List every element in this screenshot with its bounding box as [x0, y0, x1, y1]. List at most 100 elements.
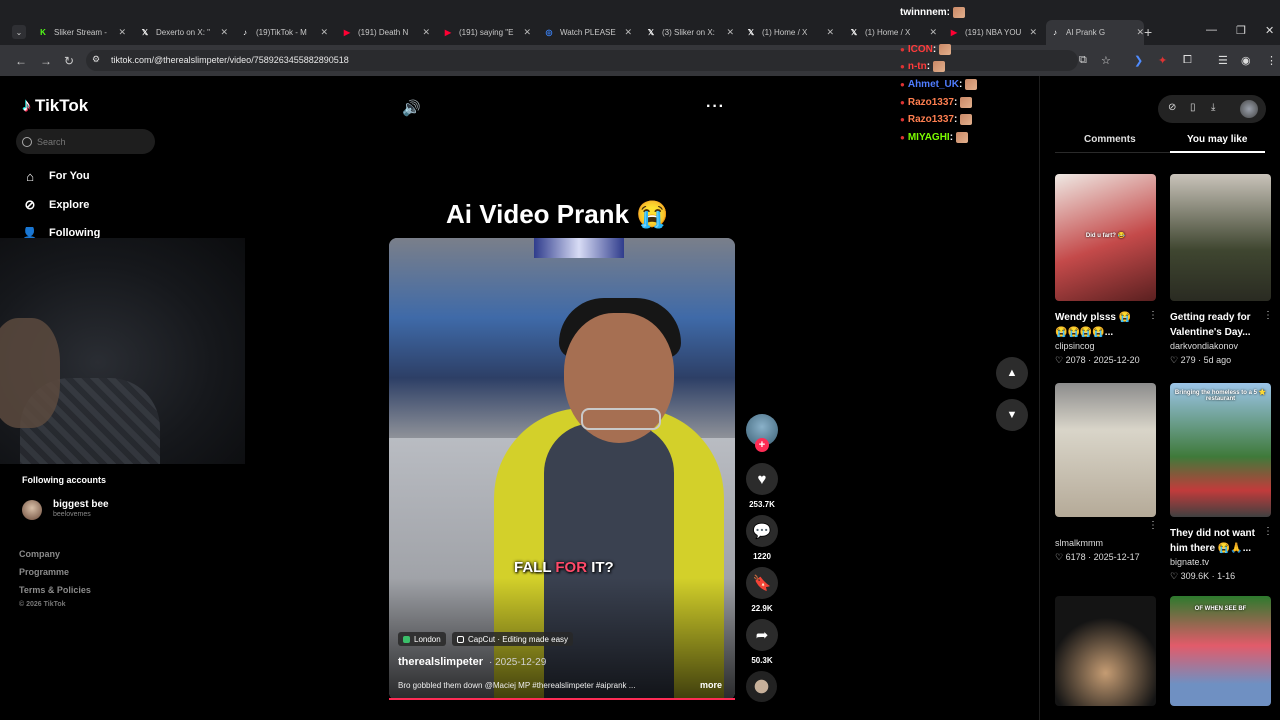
- profile-icon[interactable]: ◉: [1241, 54, 1251, 67]
- recommendation-title[interactable]: Getting ready for Valentine's Day...: [1170, 310, 1258, 340]
- close-tab-icon[interactable]: ✕: [929, 27, 937, 38]
- nav-explore[interactable]: ⊘ Explore: [22, 197, 90, 213]
- recommendation-author[interactable]: bignate.tv: [1170, 557, 1209, 567]
- video-thumbnail[interactable]: Bringing the homeless to a 5 ⭐ restauran…: [1170, 383, 1271, 517]
- search-input[interactable]: Search: [16, 129, 155, 154]
- chat-message: ● MIYAGHI :: [900, 132, 969, 143]
- streamer-webcam: [0, 238, 245, 464]
- share-button[interactable]: ➦: [746, 619, 778, 651]
- browser-tab[interactable]: 𝕏 (3) Sliker on X: ✕: [646, 23, 734, 41]
- forward-icon[interactable]: →: [40, 54, 52, 68]
- copyright: © 2026 TikTok: [19, 601, 66, 608]
- back-icon[interactable]: ←: [15, 54, 27, 68]
- browser-tab[interactable]: K Sliker Stream - ✕: [38, 23, 126, 41]
- compass-icon[interactable]: ⊘: [1168, 102, 1176, 113]
- previous-video-button[interactable]: ▲: [996, 357, 1028, 389]
- browser-tab[interactable]: ▶ (191) NBA YOU ✕: [949, 23, 1037, 41]
- video-author[interactable]: therealslimpeter: [398, 656, 483, 668]
- close-tab-icon[interactable]: ✕: [1136, 27, 1144, 38]
- browser-tab[interactable]: ♪ AI Prank G ✕: [1046, 20, 1144, 45]
- account-name[interactable]: biggest bee: [53, 499, 109, 510]
- save-button[interactable]: 🔖: [746, 567, 778, 599]
- like-button[interactable]: ♥: [746, 463, 778, 495]
- close-window-icon[interactable]: ✕: [1265, 24, 1274, 37]
- chat-username: Razo1337: [907, 114, 954, 125]
- browser-tab[interactable]: ◎ Watch PLEASE ✕: [544, 23, 633, 41]
- close-tab-icon[interactable]: ✕: [624, 27, 632, 38]
- phone-icon[interactable]: ▯: [1190, 102, 1196, 113]
- browser-tab[interactable]: 𝕏 Dexerto on X: " ✕: [140, 23, 228, 41]
- tab-you-may-like[interactable]: You may like: [1187, 134, 1247, 145]
- browser-tab[interactable]: ♪ (19)TikTok - M ✕: [240, 23, 328, 41]
- follow-plus-icon[interactable]: +: [755, 438, 769, 452]
- item-menu-icon[interactable]: ⋮: [1263, 526, 1273, 537]
- sound-icon[interactable]: 🔊: [402, 99, 421, 117]
- close-tab-icon[interactable]: ✕: [220, 27, 228, 38]
- avatar[interactable]: [22, 500, 42, 520]
- avatar[interactable]: [1240, 100, 1258, 118]
- recommendation-author[interactable]: darkvondiakonov: [1170, 341, 1238, 351]
- post-date: · 5d ago: [1198, 355, 1232, 365]
- account-handle[interactable]: beelovemes: [53, 511, 91, 518]
- recommendation-author[interactable]: clipsincog: [1055, 341, 1095, 351]
- bookmark-star-icon[interactable]: ☆: [1101, 54, 1111, 67]
- browser-tab[interactable]: ▶ (191) saying "E ✕: [443, 23, 531, 41]
- extension-icon[interactable]: ❯: [1134, 54, 1143, 67]
- item-menu-icon[interactable]: ⋮: [1148, 520, 1158, 531]
- extension-icon[interactable]: ✦: [1158, 54, 1167, 67]
- emote-icon: [960, 114, 973, 125]
- recommendation-title[interactable]: Wendy plsss 😭 😭😭😭😭...: [1055, 310, 1143, 340]
- nav-following[interactable]: 👤 Following: [22, 227, 100, 238]
- video-thumbnail[interactable]: [1055, 383, 1156, 517]
- capcut-chip[interactable]: CapCut · Editing made easy: [452, 632, 574, 646]
- site-info-icon[interactable]: ⚙: [92, 54, 100, 65]
- video-thumbnail[interactable]: [1055, 596, 1156, 706]
- recommendation-title[interactable]: They did not want him there 😭🙏...: [1170, 526, 1258, 556]
- close-tab-icon[interactable]: ✕: [320, 27, 328, 38]
- tab-search-button[interactable]: ⌄: [12, 25, 26, 39]
- video-progress-bar[interactable]: [389, 698, 735, 700]
- close-tab-icon[interactable]: ✕: [726, 27, 734, 38]
- close-tab-icon[interactable]: ✕: [1029, 27, 1037, 38]
- extensions-puzzle-icon[interactable]: ⧠: [1183, 54, 1192, 67]
- footer-link-company[interactable]: Company: [19, 549, 60, 559]
- reload-icon[interactable]: ↻: [64, 54, 74, 68]
- close-tab-icon[interactable]: ✕: [422, 27, 430, 38]
- video-thumbnail[interactable]: Did u fart? 😂: [1055, 174, 1156, 301]
- footer-link-terms[interactable]: Terms & Policies: [19, 585, 91, 595]
- recommendation-author[interactable]: slmalkmmm: [1055, 538, 1103, 548]
- video-player[interactable]: [389, 238, 735, 700]
- caption-highlight: FOR: [555, 559, 588, 576]
- download-icon[interactable]: ⤓: [1211, 102, 1215, 113]
- nav-for-you[interactable]: ⌂ For You: [22, 168, 90, 184]
- browser-tab[interactable]: 𝕏 (1) Home / X ✕: [746, 23, 834, 41]
- item-menu-icon[interactable]: ⋮: [1148, 310, 1158, 321]
- restore-icon[interactable]: ❐: [1236, 24, 1246, 37]
- music-disc-icon[interactable]: [746, 671, 777, 702]
- comment-button[interactable]: 💬: [746, 515, 778, 547]
- cast-icon[interactable]: ⧉: [1079, 54, 1087, 67]
- next-video-button[interactable]: ▼: [996, 399, 1028, 431]
- reading-list-icon[interactable]: ☰: [1218, 54, 1228, 67]
- chat-message: ● ICON :: [900, 44, 952, 55]
- tiktok-logo[interactable]: ♪ TikTok: [22, 95, 88, 116]
- close-tab-icon[interactable]: ✕: [826, 27, 834, 38]
- tab-comments[interactable]: Comments: [1084, 134, 1136, 145]
- footer-link-programme[interactable]: Programme: [19, 567, 69, 577]
- video-thumbnail[interactable]: OF WHEN SEE BF: [1170, 596, 1271, 706]
- more-options-icon[interactable]: ···: [706, 98, 725, 116]
- video-thumbnail[interactable]: [1170, 174, 1271, 301]
- nav-label: For You: [49, 170, 90, 182]
- new-tab-button[interactable]: +: [1144, 24, 1152, 40]
- badge-icon: ●: [900, 45, 905, 54]
- location-chip[interactable]: London: [398, 632, 446, 646]
- browser-tab[interactable]: 𝕏 (1) Home / X ✕: [849, 23, 937, 41]
- close-tab-icon[interactable]: ✕: [523, 27, 531, 38]
- more-button[interactable]: more: [700, 680, 722, 690]
- menu-icon[interactable]: ⋮: [1266, 54, 1277, 67]
- close-tab-icon[interactable]: ✕: [118, 27, 126, 38]
- minimize-icon[interactable]: —: [1206, 24, 1217, 36]
- url-text[interactable]: tiktok.com/@therealslimpeter/video/75892…: [111, 55, 349, 65]
- item-menu-icon[interactable]: ⋮: [1263, 310, 1273, 321]
- browser-tab[interactable]: ▶ (191) Death N ✕: [342, 23, 430, 41]
